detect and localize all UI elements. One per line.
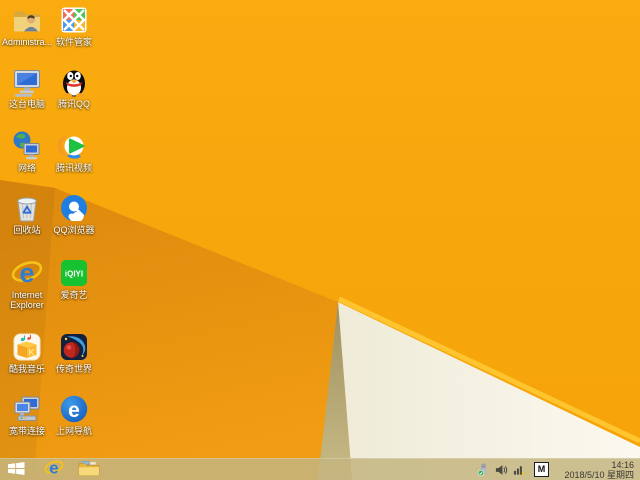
taskbar-file-explorer-button[interactable] [78,459,100,480]
desktop-icon-internet-navigation[interactable]: e 上网导航 [47,393,101,436]
folder-icon [78,460,100,480]
windows-logo-icon [8,462,25,478]
safely-remove-hardware-icon[interactable] [477,463,490,477]
desktop-icon-software-manager[interactable]: 软件管家 [47,4,101,47]
desktop-icon-iqiyi[interactable]: iQIYI 爱奇艺 [47,257,101,300]
computer-icon [11,66,43,98]
broadband-connection-icon [11,393,43,425]
desktop-icon-tencent-qq[interactable]: 腾讯QQ [47,66,101,109]
icon-label: 传奇世界 [47,364,101,374]
icon-label: 回收站 [0,225,54,235]
icon-label: 上网导航 [47,426,101,436]
desktop-icon-broadband-connection[interactable]: 宽带连接 [0,393,54,436]
icon-label: Administra... [0,37,54,47]
qq-penguin-icon [58,66,90,98]
taskbar-internet-explorer-button[interactable]: e [43,459,64,480]
internet-navigation-icon: e [58,393,90,425]
icon-label: 这台电脑 [0,99,54,109]
network-warning-icon[interactable] [513,463,526,477]
desktop-icon-chuanqi-shijie[interactable]: 传奇世界 [47,331,101,374]
software-manager-icon [58,4,90,36]
network-globe-icon [11,130,43,162]
icon-label: 酷我音乐 [0,364,54,374]
desktop-icon-recycle-bin[interactable]: 回收站 [0,192,54,235]
kuwo-letter: K [28,348,35,358]
volume-icon[interactable] [495,463,508,477]
clock-time: 14:16 [556,460,634,470]
ie-letter: e [19,258,34,288]
icon-label: 网络 [0,163,54,173]
ie-icon: e [44,458,64,480]
desktop-icon-network[interactable]: 网络 [0,130,54,173]
icon-label: QQ浏览器 [47,225,101,235]
kuwo-music-icon: K [11,331,43,363]
start-button[interactable] [7,459,25,480]
user-folder-icon [11,4,43,36]
icon-label: Internet Explorer [0,290,54,310]
tencent-video-icon [58,130,90,162]
desktop-icon-kuwo-music[interactable]: K 酷我音乐 [0,331,54,374]
desktop-icon-internet-explorer[interactable]: e Internet Explorer [0,257,54,310]
icon-label: 软件管家 [47,37,101,47]
icon-label: 腾讯视频 [47,163,101,173]
icon-label: 爱奇艺 [47,290,101,300]
icon-label: 宽带连接 [0,426,54,436]
system-tray: M 14:16 2018/5/10 星期四 [472,459,640,480]
legend-world-game-icon [58,331,90,363]
clock-date: 2018/5/10 星期四 [556,470,634,480]
iqiyi-icon: iQIYI [58,257,90,289]
nav-letter: e [68,399,80,422]
svg-text:e: e [49,459,58,478]
icon-label: 腾讯QQ [47,99,101,109]
recycle-bin-icon [11,192,43,224]
internet-explorer-icon: e [11,257,43,289]
ime-indicator[interactable]: M [534,462,549,477]
desktop-icon-administrator[interactable]: Administra... [0,4,54,47]
desktop-icon-this-pc[interactable]: 这台电脑 [0,66,54,109]
desktop-icon-tencent-video[interactable]: 腾讯视频 [47,130,101,173]
desktop-icon-qq-browser[interactable]: QQ浏览器 [47,192,101,235]
taskbar-clock[interactable]: 14:16 2018/5/10 星期四 [556,460,634,480]
iqiyi-logo-text: iQIYI [65,270,83,279]
qq-browser-icon [58,192,90,224]
taskbar: e [0,458,640,480]
desktop[interactable]: Administra... 这台电脑 网络 回收站 [0,0,640,480]
